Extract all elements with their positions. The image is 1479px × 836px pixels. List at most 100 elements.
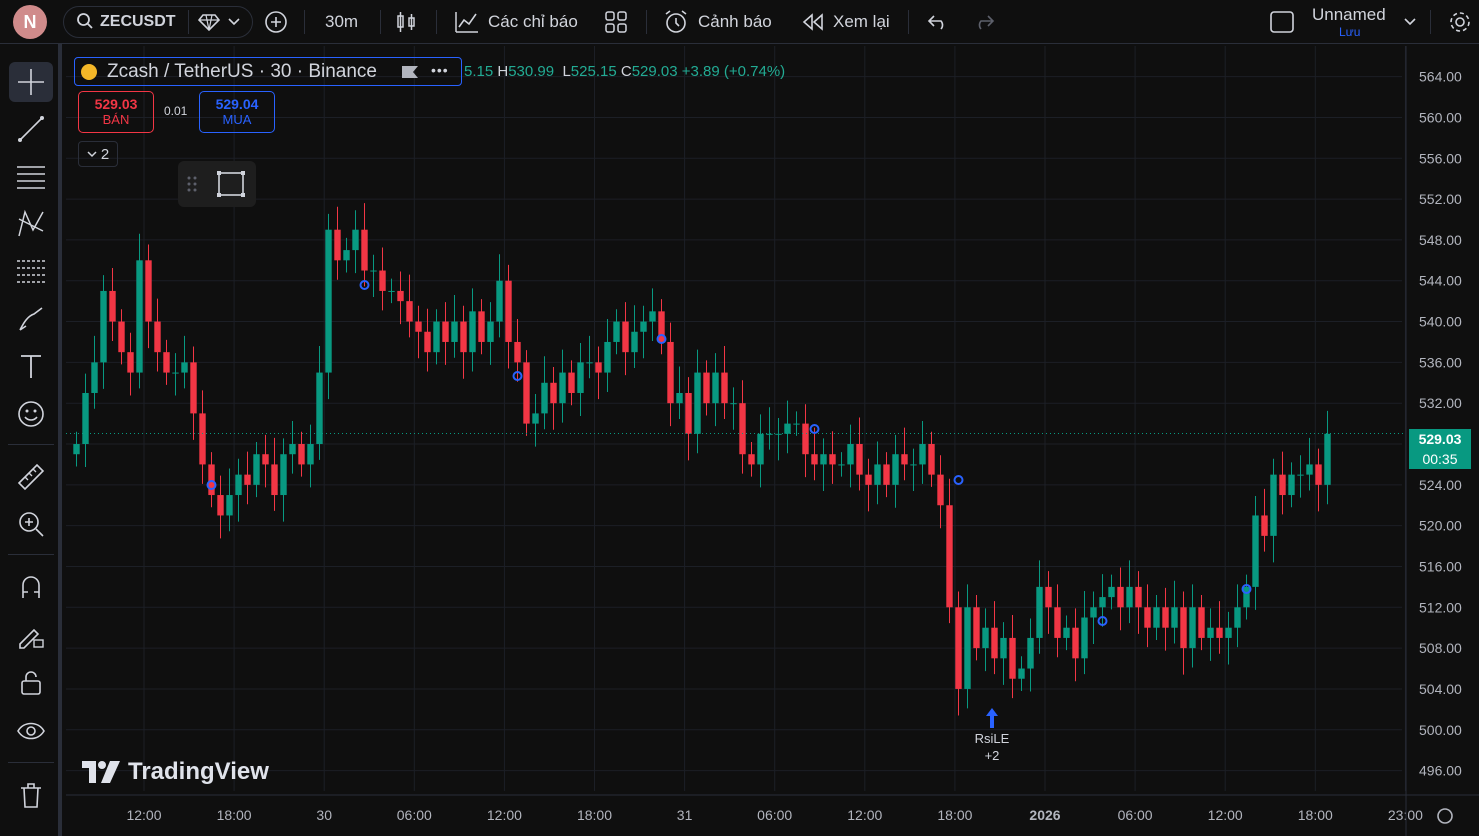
candle-body <box>523 362 530 424</box>
candle-body <box>1243 586 1250 608</box>
drag-handle-icon[interactable] <box>186 175 198 198</box>
horizontal-lines-icon[interactable] <box>9 156 53 196</box>
layout-chevron-down-icon[interactable] <box>1404 0 1416 44</box>
more-icon[interactable]: ••• <box>431 62 449 78</box>
candle-body <box>847 444 854 465</box>
buy-button[interactable]: 529.04 MUA <box>199 91 275 133</box>
candle-body <box>271 464 278 496</box>
candle-body <box>379 270 386 291</box>
user-avatar[interactable]: N <box>13 5 47 39</box>
candlestick-chart[interactable]: 564.00 560.00 556.00 552.00 548.00 544.00 540.… <box>66 46 1479 836</box>
change-value: +3.89 (+0.74%) <box>681 62 786 80</box>
undo-icon[interactable] <box>927 0 949 44</box>
candles-icon[interactable] <box>396 0 416 44</box>
candle-body <box>1171 607 1178 628</box>
time-axis-label: 18:00 <box>937 807 972 823</box>
candle-body <box>892 454 899 485</box>
candle-body <box>883 464 890 485</box>
candle-body <box>127 352 134 373</box>
candle-body <box>1054 607 1061 638</box>
candle-body <box>244 474 251 485</box>
candle-body <box>1126 586 1133 608</box>
candle-body <box>136 260 143 373</box>
trash-icon[interactable] <box>9 775 53 815</box>
candle-body <box>865 474 872 485</box>
candle-body <box>1324 433 1331 485</box>
axis-settings-icon[interactable] <box>1437 808 1453 824</box>
high-value: 530.99 <box>508 62 555 80</box>
tradingview-logo-text: TradingView <box>128 758 269 785</box>
candle-body <box>118 321 125 353</box>
floating-toolbar[interactable] <box>178 161 256 207</box>
layout-square-icon[interactable] <box>1270 0 1294 44</box>
candle-body <box>406 301 413 322</box>
candle-body <box>982 627 989 649</box>
candle-body <box>649 311 656 322</box>
candle-body <box>1153 607 1160 628</box>
text-icon[interactable] <box>9 346 53 386</box>
chart-pane[interactable]: 564.00 560.00 556.00 552.00 548.00 544.00 540.… <box>66 46 1479 836</box>
settings-icon[interactable] <box>1448 0 1472 44</box>
zcash-icon <box>81 64 97 80</box>
flag-icon[interactable] <box>401 65 419 84</box>
candle-body <box>694 372 701 434</box>
trend-line-icon[interactable] <box>9 109 53 149</box>
rectangle-select-icon[interactable] <box>216 170 246 203</box>
price-axis-label: 532.00 <box>1419 395 1462 411</box>
crosshair-icon[interactable] <box>9 62 53 102</box>
replay-icon[interactable] <box>801 0 825 44</box>
layout-grid-icon[interactable] <box>605 0 627 44</box>
layout-name[interactable]: Unnamed <box>1312 5 1386 25</box>
tradingview-logo[interactable]: TradingView <box>82 758 269 786</box>
candle-body <box>685 392 692 434</box>
price-axis-label: 520.00 <box>1419 518 1462 534</box>
ruler-icon[interactable] <box>9 457 53 497</box>
candle-body <box>280 454 287 496</box>
candle-body <box>415 321 422 332</box>
chevron-down-icon[interactable] <box>228 0 240 44</box>
indicators-icon[interactable] <box>454 0 480 44</box>
candle-body <box>811 454 818 465</box>
indicators-collapse-button[interactable]: 2 <box>78 141 118 167</box>
candle-body <box>73 444 80 455</box>
sell-button[interactable]: 529.03 BÁN <box>78 91 154 133</box>
brush-icon[interactable] <box>9 299 53 339</box>
symbol-label[interactable]: ZECUSDT <box>100 0 176 44</box>
replay-button[interactable]: Xem lại <box>833 0 890 44</box>
unlock-icon[interactable] <box>9 663 53 703</box>
price-axis-label: 508.00 <box>1419 640 1462 656</box>
candle-body <box>289 444 296 455</box>
price-axis-label: 556.00 <box>1419 150 1462 166</box>
alarm-clock-icon[interactable] <box>663 0 689 44</box>
candle-body <box>262 454 269 465</box>
candle-body <box>586 362 593 364</box>
magnet-icon[interactable] <box>9 567 53 607</box>
zoom-in-icon[interactable] <box>9 504 53 544</box>
save-label[interactable]: Lưu <box>1339 25 1360 39</box>
fib-retracement-icon[interactable] <box>9 251 53 291</box>
indicators-button[interactable]: Các chỉ báo <box>488 0 578 44</box>
candle-body <box>640 321 647 332</box>
diamond-icon[interactable] <box>198 0 220 44</box>
signal-label: RsiLE <box>975 731 1010 746</box>
compare-add-button[interactable] <box>264 0 288 44</box>
candle-body <box>91 362 98 393</box>
candle-body <box>424 331 431 353</box>
candle-body <box>154 321 161 353</box>
candle-body <box>1072 627 1079 659</box>
candle-body <box>1198 607 1205 638</box>
pattern-icon[interactable] <box>9 204 53 244</box>
bar-countdown: 00:35 <box>1422 451 1458 467</box>
emoji-icon[interactable] <box>9 394 53 434</box>
alerts-button[interactable]: Cảnh báo <box>698 0 772 44</box>
interval-button[interactable]: 30m <box>325 0 358 44</box>
candle-body <box>505 280 512 342</box>
candle-body <box>253 454 260 485</box>
lock-pencil-icon[interactable] <box>9 615 53 655</box>
price-axis-label: 560.00 <box>1419 109 1462 125</box>
price-axis-label: 548.00 <box>1419 232 1462 248</box>
candle-body <box>1117 586 1124 608</box>
candle-body <box>532 413 539 424</box>
eye-icon[interactable] <box>9 711 53 751</box>
candle-body <box>901 454 908 465</box>
